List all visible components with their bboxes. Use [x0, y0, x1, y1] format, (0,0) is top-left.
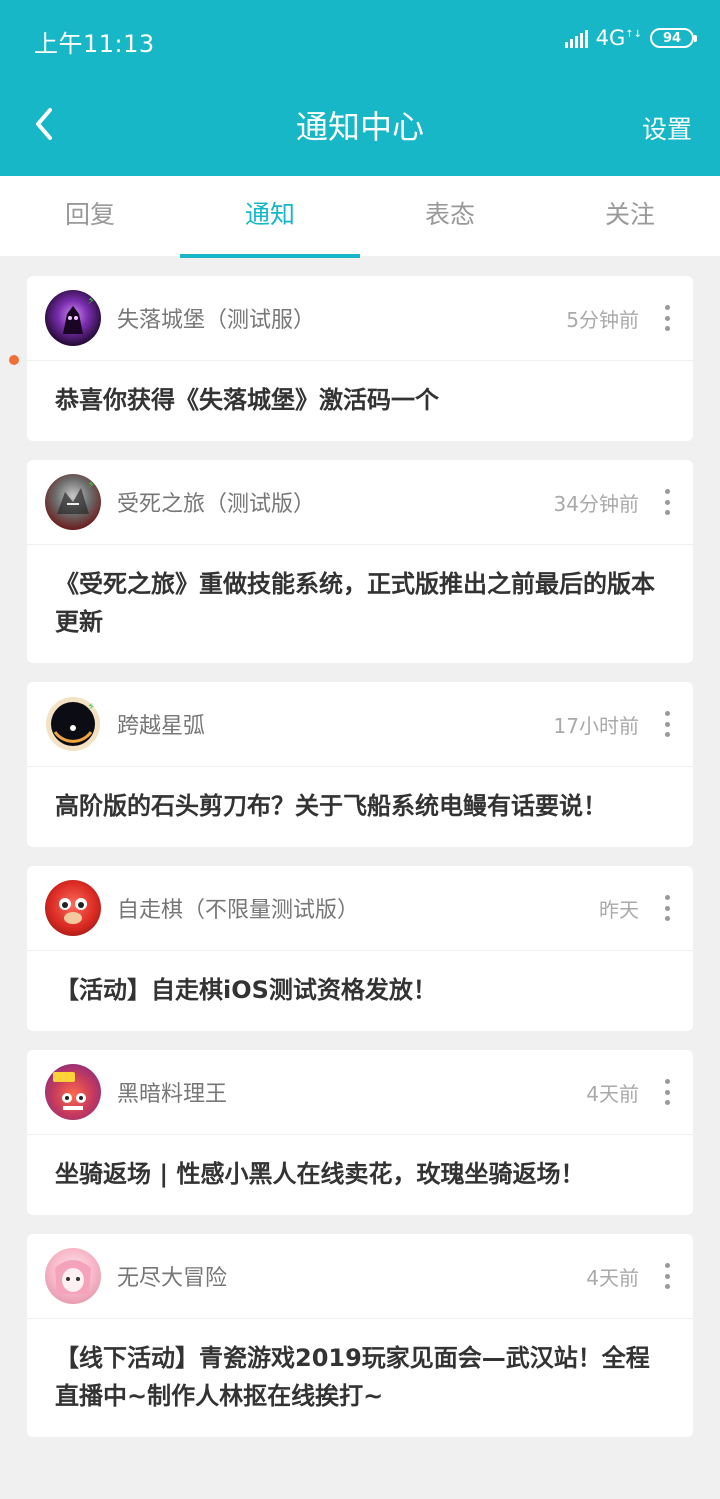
game-avatar-dark-cuisine[interactable] — [45, 1064, 101, 1120]
notification-card[interactable]: 黑暗料理王 4天前 坐骑返场 | 性感小黑人在线卖花，玫瑰坐骑返场！ — [27, 1050, 693, 1215]
notification-time: 4天前 — [586, 1081, 639, 1106]
battery-icon: 94 — [650, 28, 697, 48]
page-title: 通知中心 — [295, 108, 424, 146]
app-header: 上午11:13 4G↑↓ 94 通知中心 设置 — [0, 0, 720, 176]
game-avatar-endless-adventure[interactable] — [45, 1248, 101, 1304]
notification-text: 《受死之旅》重做技能系统，正式版推出之前最后的版本更新 — [55, 570, 655, 636]
tab-notifications[interactable]: 通知 — [180, 176, 360, 258]
tab-follow[interactable]: 关注 — [540, 176, 720, 256]
game-avatar-death-trip[interactable]: ⚡ — [45, 474, 101, 530]
notification-card[interactable]: ⚡ 失落城堡（测试服） 5分钟前 恭喜你获得《失落城堡》激活码一个 — [27, 276, 693, 441]
tab-reactions[interactable]: 表态 — [360, 176, 540, 256]
bolt-icon: ⚡ — [87, 700, 95, 713]
more-options-icon[interactable] — [659, 1079, 675, 1105]
notification-time: 34分钟前 — [553, 491, 639, 516]
notification-source: 跨越星弧 — [117, 714, 206, 739]
bolt-icon: ⚡ — [87, 294, 95, 307]
notification-time: 17小时前 — [553, 713, 639, 738]
notification-text: 【活动】自走棋iOS测试资格发放！ — [55, 976, 437, 1004]
notification-list: ⚡ 失落城堡（测试服） 5分钟前 恭喜你获得《失落城堡》激活码一个 ⚡ 受死之旅… — [27, 276, 693, 1456]
notification-card[interactable]: ⚡ 受死之旅（测试版） 34分钟前 《受死之旅》重做技能系统，正式版推出之前最后… — [27, 460, 693, 663]
unread-dot — [9, 355, 19, 365]
notification-source: 自走棋（不限量测试版） — [117, 898, 360, 923]
notification-card[interactable]: ⚡ 跨越星弧 17小时前 高阶版的石头剪刀布？关于飞船系统电鳗有话要说！ — [27, 682, 693, 847]
notification-time: 5分钟前 — [566, 307, 639, 332]
game-avatar-lost-castle[interactable]: ⚡ — [45, 290, 101, 346]
more-options-icon[interactable] — [659, 489, 675, 515]
notification-time: 昨天 — [599, 897, 639, 922]
more-options-icon[interactable] — [659, 305, 675, 331]
tab-reply[interactable]: 回复 — [0, 176, 180, 256]
notification-text: 高阶版的石头剪刀布？关于飞船系统电鳗有话要说！ — [55, 792, 607, 820]
settings-button[interactable]: 设置 — [642, 110, 692, 146]
notification-source: 黑暗料理王 — [117, 1082, 228, 1107]
notification-text: 【线下活动】青瓷游戏2019玩家见面会—武汉站！全程直播中~制作人林抠在线挨打~ — [55, 1344, 650, 1410]
tab-bar: 回复 通知 表态 关注 — [0, 176, 720, 258]
notification-card[interactable]: 无尽大冒险 4天前 【线下活动】青瓷游戏2019玩家见面会—武汉站！全程直播中~… — [27, 1234, 693, 1437]
more-options-icon[interactable] — [659, 711, 675, 737]
status-time: 上午11:13 — [34, 30, 155, 58]
notification-time: 4天前 — [586, 1265, 639, 1290]
game-avatar-star-arc[interactable]: ⚡ — [45, 696, 101, 752]
game-avatar-auto-chess[interactable] — [45, 880, 101, 936]
notification-text: 坐骑返场 | 性感小黑人在线卖花，玫瑰坐骑返场！ — [55, 1160, 585, 1188]
more-options-icon[interactable] — [659, 1263, 675, 1289]
notification-card[interactable]: 自走棋（不限量测试版） 昨天 【活动】自走棋iOS测试资格发放！ — [27, 866, 693, 1031]
notification-source: 失落城堡（测试服） — [117, 308, 316, 333]
signal-icon — [564, 28, 588, 48]
notification-source: 受死之旅（测试版） — [117, 492, 316, 517]
status-icons: 4G↑↓ 94 — [564, 26, 697, 50]
bolt-icon: ⚡ — [87, 478, 95, 491]
network-type: 4G↑↓ — [595, 26, 642, 50]
notification-source: 无尽大冒险 — [117, 1266, 228, 1291]
notification-text: 恭喜你获得《失落城堡》激活码一个 — [55, 386, 439, 414]
more-options-icon[interactable] — [659, 895, 675, 921]
